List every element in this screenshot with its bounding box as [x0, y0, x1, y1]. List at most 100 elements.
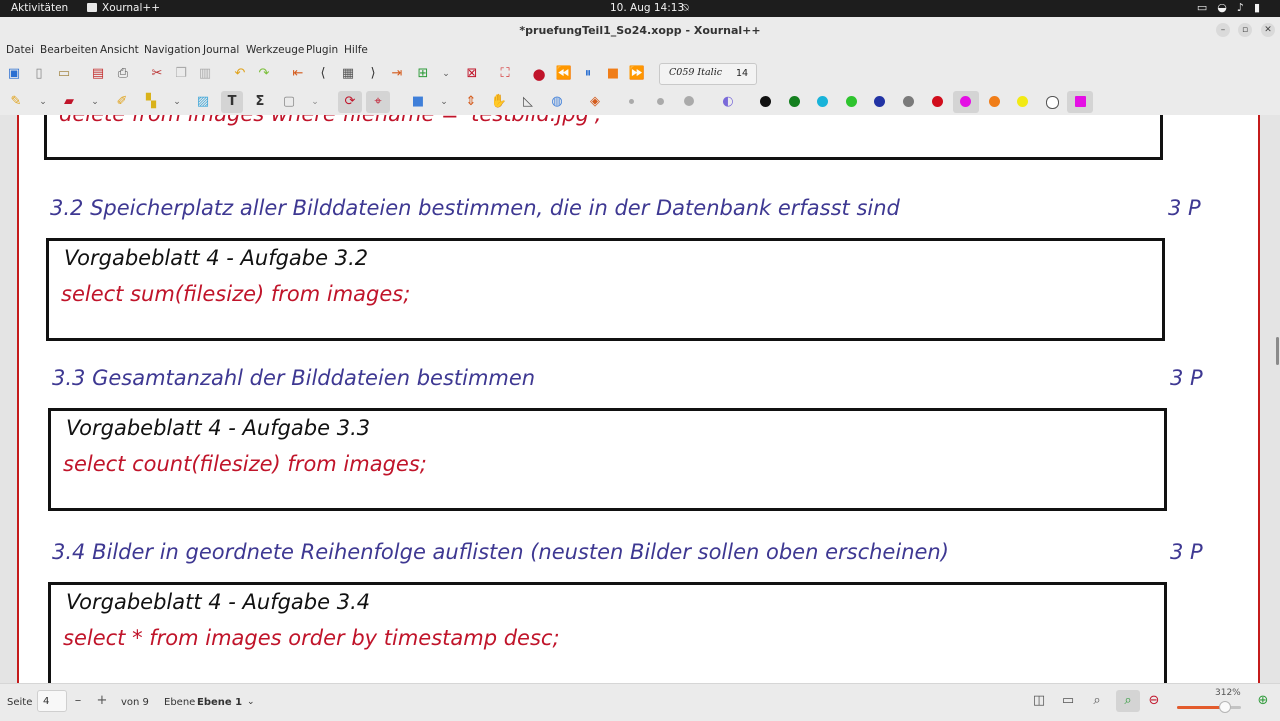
setsquare-icon[interactable]: ◺ [519, 93, 537, 111]
tool-color-icon[interactable]: ◐ [719, 93, 737, 111]
highlighter-icon[interactable]: ✐ [113, 93, 131, 111]
zoom-slider-track[interactable] [1177, 706, 1241, 709]
page-decrement-button[interactable]: – [70, 693, 86, 709]
activities-button[interactable]: Aktivitäten [11, 2, 68, 14]
previous-page-icon[interactable]: ⟨ [314, 65, 332, 83]
undo-icon[interactable]: ↶ [231, 65, 249, 83]
record-icon[interactable]: ● [530, 65, 548, 83]
zoom-in-icon[interactable]: ⊕ [1255, 693, 1271, 709]
pen-color-swatch[interactable] [931, 96, 943, 107]
zoom-out-icon[interactable]: ⊖ [1146, 693, 1162, 709]
document-page[interactable]: delete from images where filename = 'tes… [17, 115, 1260, 683]
menu-hilfe[interactable]: Hilfe [344, 44, 368, 56]
menu-ansicht[interactable]: Ansicht [100, 44, 139, 56]
pen-color-swatch[interactable] [1046, 96, 1059, 109]
new-page-icon[interactable]: ⊞ [414, 65, 432, 83]
pen-color-swatch[interactable] [760, 96, 771, 107]
compass-icon[interactable]: ◍ [548, 93, 566, 111]
eraser-options-chevron-icon[interactable]: ⌄ [86, 93, 104, 111]
zoom-100-icon[interactable]: ⌕ [1116, 690, 1140, 712]
pen-color-swatch[interactable] [903, 96, 914, 107]
export-pdf-icon[interactable]: ▤ [89, 65, 107, 83]
eraser-icon[interactable]: ▰ [60, 93, 78, 111]
select-rect-options-chevron-icon[interactable]: ⌄ [435, 93, 453, 111]
tools-toolbar: ✎ ⌄ ▰ ⌄ ✐ ▚ ⌄ ▨ T Σ ▢ ⌄ ⟳ ⌖ ■ ⌄ ⇕ ✋ ◺ ◍ … [0, 88, 1280, 116]
last-page-icon[interactable]: ⇥ [388, 65, 406, 83]
app-menu[interactable]: Xournal++ [87, 2, 160, 14]
vertical-scrollbar[interactable] [1276, 337, 1279, 365]
menu-datei[interactable]: Datei [6, 44, 34, 56]
cut-icon[interactable]: ✂ [148, 65, 166, 83]
thickness-fine-icon[interactable] [629, 99, 634, 104]
menu-journal[interactable]: Journal [203, 44, 239, 56]
pen-color-swatch[interactable] [817, 96, 829, 107]
layer-chevron-down-icon[interactable]: ⌄ [247, 697, 255, 707]
redo-icon[interactable]: ↷ [255, 65, 273, 83]
fullscreen-icon[interactable]: ⛶ [496, 65, 514, 83]
chevron-down-icon[interactable]: ⌄ [437, 65, 455, 83]
goto-page-icon[interactable]: ▦ [339, 65, 357, 83]
pair-pages-icon[interactable]: ◫ [1031, 693, 1047, 709]
image-icon[interactable]: ▨ [194, 93, 212, 111]
shape-options-chevron-icon[interactable]: ⌄ [306, 93, 324, 111]
new-document-icon[interactable]: ▯ [30, 65, 48, 83]
pen-color-swatch[interactable] [874, 96, 886, 107]
select-rect-icon[interactable]: ■ [409, 93, 427, 111]
maximize-button[interactable]: ▫ [1238, 23, 1252, 37]
pen-color-swatch[interactable] [788, 96, 800, 107]
select-tool-icon[interactable]: ▚ [142, 93, 160, 111]
font-name: C059 Italic [669, 67, 723, 78]
clock[interactable]: 10. Aug 14:13 [610, 2, 684, 14]
delete-page-icon[interactable]: ⊠ [463, 65, 481, 83]
pen-options-chevron-icon[interactable]: ⌄ [34, 93, 52, 111]
close-button[interactable]: ✕ [1261, 23, 1275, 37]
points-3-2: 3 P [1168, 196, 1201, 220]
first-page-icon[interactable]: ⇤ [289, 65, 307, 83]
zoom-fit-icon[interactable]: ⌕ [1089, 693, 1105, 709]
shape-icon[interactable]: ▢ [280, 93, 298, 111]
select-options-chevron-icon[interactable]: ⌄ [168, 93, 186, 111]
pen-color-swatch[interactable] [988, 96, 1000, 107]
stroke-recognizer-icon[interactable]: ⟳ [338, 91, 362, 113]
save-icon[interactable]: ▣ [5, 65, 23, 83]
system-tray[interactable]: ▭◒♪▮ [1197, 1, 1270, 14]
page-number-field[interactable]: 4 [37, 690, 67, 712]
text-tool-icon[interactable]: T [221, 91, 243, 113]
pen-color-swatch[interactable] [1017, 96, 1029, 107]
zoom-slider-knob[interactable] [1219, 701, 1231, 713]
next-page-icon[interactable]: ⟩ [364, 65, 382, 83]
vertical-space-icon[interactable]: ⇕ [462, 93, 480, 111]
fast-forward-icon[interactable]: ⏩ [628, 65, 646, 83]
hand-tool-icon[interactable]: ✋ [490, 93, 508, 111]
zoom-percentage: 312% [1215, 688, 1241, 698]
pen-icon[interactable]: ✎ [7, 93, 25, 111]
menu-plugin[interactable]: Plugin [306, 44, 338, 56]
pause-icon[interactable]: ⏸ [579, 65, 597, 83]
window-title-bar: *pruefungTeil1_So24.xopp - Xournal++ – ▫… [0, 17, 1280, 43]
rewind-icon[interactable]: ⏪ [555, 65, 573, 83]
page-increment-button[interactable]: + [94, 693, 110, 709]
paste-icon[interactable]: ▥ [196, 65, 214, 83]
thickness-thick-icon[interactable] [684, 96, 694, 106]
notifications-muted-icon: ⍉ [682, 1, 689, 14]
open-folder-icon[interactable]: ▭ [55, 65, 73, 83]
menu-bearbeiten[interactable]: Bearbeiten [40, 44, 98, 56]
minimize-button[interactable]: – [1216, 23, 1230, 37]
print-icon[interactable]: ⎙ [114, 65, 132, 83]
pen-color-swatch[interactable] [1074, 96, 1086, 107]
ruler-snap-icon[interactable]: ⌖ [366, 91, 390, 113]
thickness-medium-icon[interactable] [657, 98, 664, 105]
layer-select[interactable]: Ebene 1 [197, 697, 242, 708]
formula-icon[interactable]: Σ [251, 93, 269, 111]
copy-icon[interactable]: ❐ [172, 65, 190, 83]
document-canvas[interactable]: delete from images where filename = 'tes… [0, 115, 1280, 683]
font-selector[interactable]: C059 Italic 14 [659, 63, 757, 85]
answer-box-3-3: Vorgabeblatt 4 - Aufgabe 3.3 select coun… [48, 408, 1167, 511]
menu-navigation[interactable]: Navigation [144, 44, 201, 56]
page-label: Seite [7, 697, 33, 708]
presentation-mode-icon[interactable]: ▭ [1060, 693, 1076, 709]
stop-icon[interactable]: ■ [604, 65, 622, 83]
fill-tool-icon[interactable]: ◈ [586, 93, 604, 111]
pen-color-swatch[interactable] [845, 96, 857, 107]
menu-werkzeuge[interactable]: Werkzeuge [246, 44, 304, 56]
